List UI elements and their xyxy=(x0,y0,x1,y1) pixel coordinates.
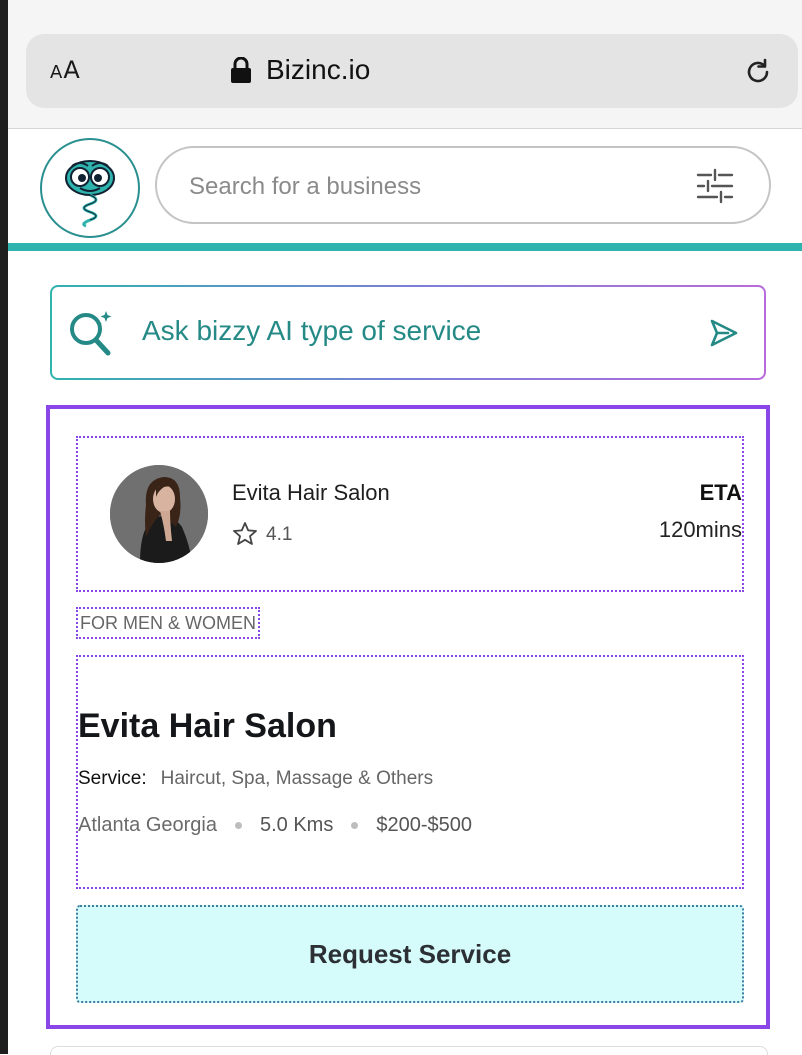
send-icon[interactable] xyxy=(708,317,740,349)
rating-value: 4.1 xyxy=(266,524,293,545)
separator-dot xyxy=(234,822,242,829)
bizzy-logo[interactable] xyxy=(40,138,140,238)
window-edge xyxy=(0,0,8,1054)
url-display[interactable]: Bizinc.io xyxy=(230,50,370,90)
filter-sliders-icon[interactable] xyxy=(695,168,735,204)
business-details: Evita Hair Salon Service: Haircut, Spa, M… xyxy=(76,655,744,889)
price-range-text: $200-$500 xyxy=(376,814,472,836)
business-title: Evita Hair Salon xyxy=(78,707,337,745)
business-search-input[interactable] xyxy=(187,168,671,206)
star-icon xyxy=(233,522,257,545)
business-search-field[interactable] xyxy=(155,146,771,224)
ai-prompt-text: Ask bizzy AI type of service xyxy=(142,315,482,346)
reload-icon[interactable] xyxy=(742,56,774,88)
audience-tag-label: FOR MEN & WOMEN xyxy=(80,613,256,633)
audience-tag: FOR MEN & WOMEN xyxy=(76,607,260,639)
browser-chrome: AA Bizinc.io xyxy=(8,0,802,129)
eta-value: 120mins xyxy=(658,517,742,542)
url-text: Bizinc.io xyxy=(266,54,371,85)
business-avatar xyxy=(110,465,208,563)
text-size-button[interactable]: AA xyxy=(50,56,81,84)
business-name[interactable]: Evita Hair Salon xyxy=(232,480,390,506)
service-row: Service: Haircut, Spa, Massage & Others xyxy=(78,768,433,790)
ai-prompt-bar[interactable]: Ask bizzy AI type of service xyxy=(50,285,766,380)
business-summary-row: Evita Hair Salon 4.1 ETA 120mins xyxy=(76,436,744,592)
ai-search-icon xyxy=(70,311,112,356)
app-header xyxy=(8,129,802,243)
business-card[interactable]: Evita Hair Salon 4.1 ETA 120mins FOR MEN… xyxy=(46,405,770,1029)
address-bar[interactable]: AA Bizinc.io xyxy=(26,34,798,108)
service-label: Service: xyxy=(78,768,147,789)
header-divider xyxy=(8,243,802,251)
request-service-button[interactable]: Request Service xyxy=(76,905,744,1003)
lock-icon xyxy=(231,57,251,83)
service-list: Haircut, Spa, Massage & Others xyxy=(160,768,434,789)
location-text: Atlanta Georgia xyxy=(78,814,217,836)
distance-text: 5.0 Kms xyxy=(259,814,334,836)
separator-dot xyxy=(351,822,359,829)
business-meta: Atlanta Georgia 5.0 Kms $200-$500 xyxy=(78,814,472,837)
bizzy-mascot-icon xyxy=(65,160,115,228)
eta-label: ETA xyxy=(699,480,742,505)
